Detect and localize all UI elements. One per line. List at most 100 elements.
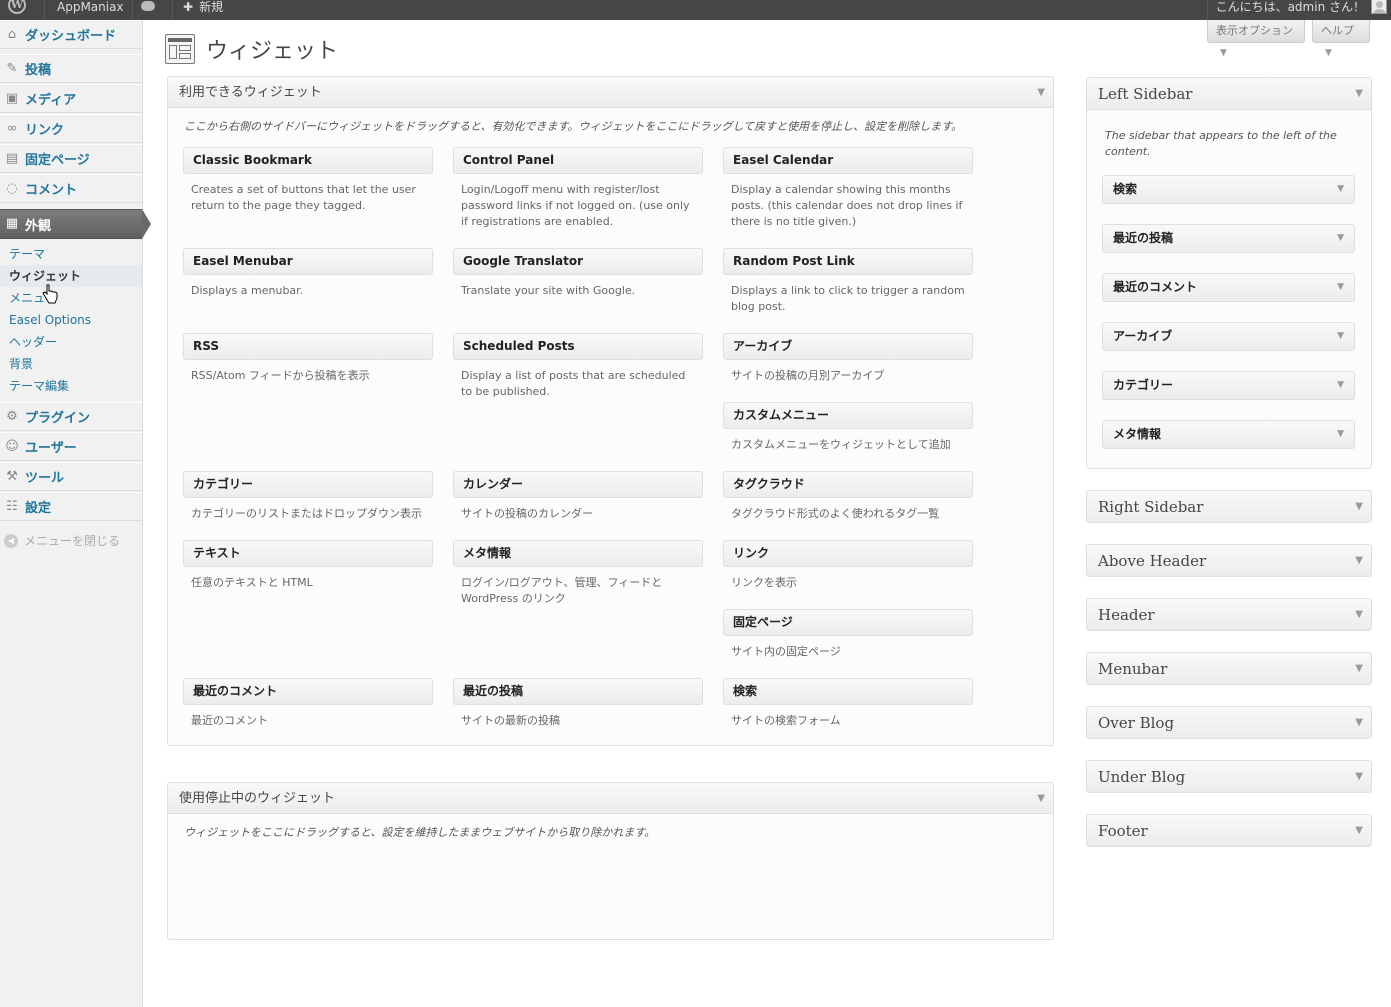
toggle-arrow-icon[interactable]: ▼ (1337, 372, 1344, 399)
wordpress-logo-icon[interactable]: W (8, 0, 30, 20)
widget-title[interactable]: アーカイブ (723, 333, 973, 360)
widget-categories[interactable]: カテゴリー カテゴリーのリストまたはドロップダウン表示 (183, 471, 433, 522)
toggle-arrow-icon[interactable]: ▼ (1355, 78, 1363, 110)
widget-search[interactable]: 検索 サイトの検索フォーム (723, 678, 973, 729)
widget-recent-posts[interactable]: 最近の投稿 サイトの最新の投稿 (453, 678, 703, 729)
menu-appearance[interactable]: ▦ 外観 (0, 209, 142, 239)
header-panel[interactable]: Header ▼ (1086, 598, 1372, 631)
submenu-widgets[interactable]: ウィジェット (0, 265, 142, 287)
sidebar-header[interactable]: Right Sidebar ▼ (1087, 491, 1371, 523)
above-header-panel[interactable]: Above Header ▼ (1086, 544, 1372, 577)
widget-archives[interactable]: アーカイブ サイトの投稿の月別アーカイブ (723, 333, 973, 384)
toggle-arrow-icon[interactable]: ▼ (1337, 421, 1344, 448)
under-blog-panel[interactable]: Under Blog ▼ (1086, 760, 1372, 793)
site-name-link[interactable]: AppManiax (44, 0, 124, 20)
widget-title[interactable]: Easel Menubar (183, 248, 433, 275)
toggle-arrow-icon[interactable]: ▼ (1355, 545, 1363, 577)
menu-plugins[interactable]: ⚙ プラグイン (0, 402, 142, 431)
new-content-button[interactable]: ✚ 新規 (172, 0, 223, 20)
menu-dashboard[interactable]: ⌂ ダッシュボード (0, 20, 142, 49)
widget-control-panel[interactable]: Control Panel Login/Logoff menu with regi… (453, 147, 703, 230)
toggle-arrow-icon[interactable]: ▼ (1337, 274, 1344, 301)
menu-media[interactable]: ▣ メディア (0, 84, 142, 113)
toggle-arrow-icon[interactable]: ▼ (1355, 815, 1363, 847)
collapse-menu-button[interactable]: ◀ メニューを閉じる (4, 532, 120, 549)
widget-google-translator[interactable]: Google Translator Translate your site wit… (453, 248, 703, 299)
widget-title[interactable]: カレンダー (453, 471, 703, 498)
widget-title[interactable]: タグクラウド (723, 471, 973, 498)
comments-bubble-icon[interactable] (132, 0, 172, 20)
right-sidebar-panel[interactable]: Right Sidebar ▼ (1086, 490, 1372, 523)
widget-title[interactable]: カテゴリー (183, 471, 433, 498)
menubar-panel[interactable]: Menubar ▼ (1086, 652, 1372, 685)
widget-easel-menubar[interactable]: Easel Menubar Displays a menubar. (183, 248, 433, 299)
toggle-arrow-icon[interactable]: ▼ (1337, 225, 1344, 252)
submenu-menus[interactable]: メニュー (0, 287, 142, 309)
sidebar-widget-recent-posts[interactable]: 最近の投稿 ▼ (1102, 224, 1355, 253)
widget-title[interactable]: メタ情報 (453, 540, 703, 567)
widget-title[interactable]: カスタムメニュー (723, 402, 973, 429)
sidebar-widget-recent-comments[interactable]: 最近のコメント ▼ (1102, 273, 1355, 302)
sidebar-header[interactable]: Over Blog ▼ (1087, 707, 1371, 739)
widget-recent-comments[interactable]: 最近のコメント 最近のコメント (183, 678, 433, 729)
widget-title[interactable]: RSS (183, 333, 433, 360)
submenu-background[interactable]: 背景 (0, 353, 142, 375)
widget-scheduled-posts[interactable]: Scheduled Posts Display a list of posts t… (453, 333, 703, 400)
widget-title[interactable]: テキスト (183, 540, 433, 567)
widget-links[interactable]: リンク リンクを表示 (723, 540, 973, 591)
widget-meta[interactable]: メタ情報 ログイン/ログアウト、管理、フィードと WordPress のリンク (453, 540, 703, 607)
widget-title[interactable]: Random Post Link (723, 248, 973, 275)
submenu-theme-editor[interactable]: テーマ編集 (0, 375, 142, 397)
menu-users[interactable]: ☺ ユーザー (0, 432, 142, 461)
submenu-easel-options[interactable]: Easel Options (0, 309, 142, 331)
widget-title[interactable]: 固定ページ (723, 609, 973, 636)
widget-title[interactable]: Control Panel (453, 147, 703, 174)
widget-title[interactable]: 最近のコメント (183, 678, 433, 705)
widget-easel-calendar[interactable]: Easel Calendar Display a calendar showing… (723, 147, 973, 230)
widget-custom-menu[interactable]: カスタムメニュー カスタムメニューをウィジェットとして追加 (723, 402, 973, 453)
widget-title[interactable]: Classic Bookmark (183, 147, 433, 174)
widget-title[interactable]: Easel Calendar (723, 147, 973, 174)
widget-calendar[interactable]: カレンダー サイトの投稿のカレンダー (453, 471, 703, 522)
menu-pages[interactable]: ▤ 固定ページ (0, 144, 142, 173)
submenu-header[interactable]: ヘッダー (0, 331, 142, 353)
help-button[interactable]: ヘルプ ▼ (1312, 20, 1370, 58)
widget-title[interactable]: Scheduled Posts (453, 333, 703, 360)
toggle-arrow-icon[interactable]: ▼ (1355, 653, 1363, 685)
widget-random-post-link[interactable]: Random Post Link Displays a link to click… (723, 248, 973, 315)
account-greeting[interactable]: こんにちは、admin さん！ (1206, 0, 1391, 20)
left-sidebar-header[interactable]: Left Sidebar ▼ (1087, 78, 1371, 110)
menu-comments[interactable]: ◌ コメント (0, 174, 142, 203)
over-blog-panel[interactable]: Over Blog ▼ (1086, 706, 1372, 739)
toggle-arrow-icon[interactable]: ▼ (1355, 491, 1363, 523)
menu-tools[interactable]: ⚒ ツール (0, 462, 142, 491)
sidebar-header[interactable]: Footer ▼ (1087, 815, 1371, 847)
toggle-arrow-icon[interactable]: ▼ (1037, 783, 1045, 814)
widget-text[interactable]: テキスト 任意のテキストと HTML (183, 540, 433, 591)
widget-title[interactable]: リンク (723, 540, 973, 567)
toggle-arrow-icon[interactable]: ▼ (1355, 761, 1363, 793)
available-widgets-header[interactable]: 利用できるウィジェット ▼ (168, 77, 1053, 108)
sidebar-widget-archives[interactable]: アーカイブ ▼ (1102, 322, 1355, 351)
footer-panel[interactable]: Footer ▼ (1086, 814, 1372, 847)
submenu-themes[interactable]: テーマ (0, 243, 142, 265)
toggle-arrow-icon[interactable]: ▼ (1355, 707, 1363, 739)
toggle-arrow-icon[interactable]: ▼ (1337, 323, 1344, 350)
sidebar-widget-categories[interactable]: カテゴリー ▼ (1102, 371, 1355, 400)
widget-title[interactable]: 検索 (723, 678, 973, 705)
inactive-widgets-panel[interactable]: 使用停止中のウィジェット ▼ ウィジェットをここにドラッグすると、設定を維持したま… (167, 782, 1054, 940)
widget-title[interactable]: 最近の投稿 (453, 678, 703, 705)
widget-rss[interactable]: RSS RSS/Atom フィードから投稿を表示 (183, 333, 433, 384)
sidebar-widget-meta[interactable]: メタ情報 ▼ (1102, 420, 1355, 449)
sidebar-header[interactable]: Menubar ▼ (1087, 653, 1371, 685)
widget-title[interactable]: Google Translator (453, 248, 703, 275)
toggle-arrow-icon[interactable]: ▼ (1355, 599, 1363, 631)
menu-settings[interactable]: ☷ 設定 (0, 492, 142, 521)
sidebar-widget-search[interactable]: 検索 ▼ (1102, 175, 1355, 204)
widget-pages[interactable]: 固定ページ サイト内の固定ページ (723, 609, 973, 660)
widget-tag-cloud[interactable]: タグクラウド タグクラウド形式のよく使われるタグ一覧 (723, 471, 973, 522)
menu-posts[interactable]: ✎ 投稿 (0, 54, 142, 83)
sidebar-header[interactable]: Header ▼ (1087, 599, 1371, 631)
menu-links[interactable]: ∞ リンク (0, 114, 142, 143)
left-sidebar-panel[interactable]: Left Sidebar ▼ The sidebar that appears t… (1086, 77, 1372, 469)
